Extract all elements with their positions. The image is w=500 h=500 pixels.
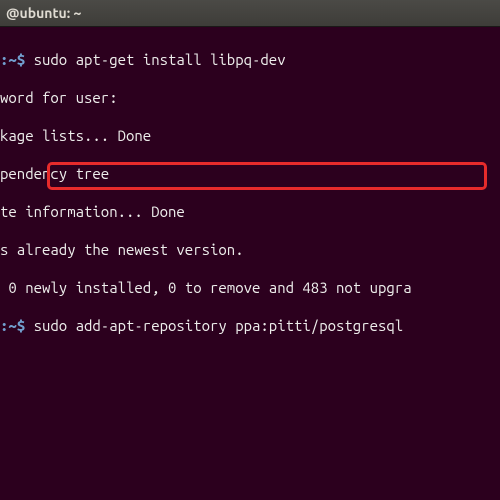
terminal-window: @ubuntu: ~ :~$ sudo apt-get install libp… [0,0,500,500]
terminal-body[interactable]: :~$ sudo apt-get install libpq-dev word … [0,27,500,500]
command-text: sudo apt-get install libpq-dev [34,51,286,68]
window-title: @ubuntu: ~ [6,5,81,21]
terminal-line: word for user: [0,88,500,107]
terminal-line: :~$ sudo add-apt-repository ppa:pitti/po… [0,316,500,335]
terminal-line: 0 newly installed, 0 to remove and 483 n… [0,278,500,297]
window-titlebar: @ubuntu: ~ [0,0,500,27]
command-text: sudo add-apt-repository ppa:pitti/postgr… [34,317,404,334]
terminal-line: pendency tree [0,164,500,183]
terminal-line: :~$ sudo apt-get install libpq-dev [0,50,500,69]
terminal-line: s already the newest version. [0,240,500,259]
prompt: :~$ [0,51,34,68]
terminal-line: kage lists... Done [0,126,500,145]
prompt: :~$ [0,317,34,334]
terminal-line: te information... Done [0,202,500,221]
